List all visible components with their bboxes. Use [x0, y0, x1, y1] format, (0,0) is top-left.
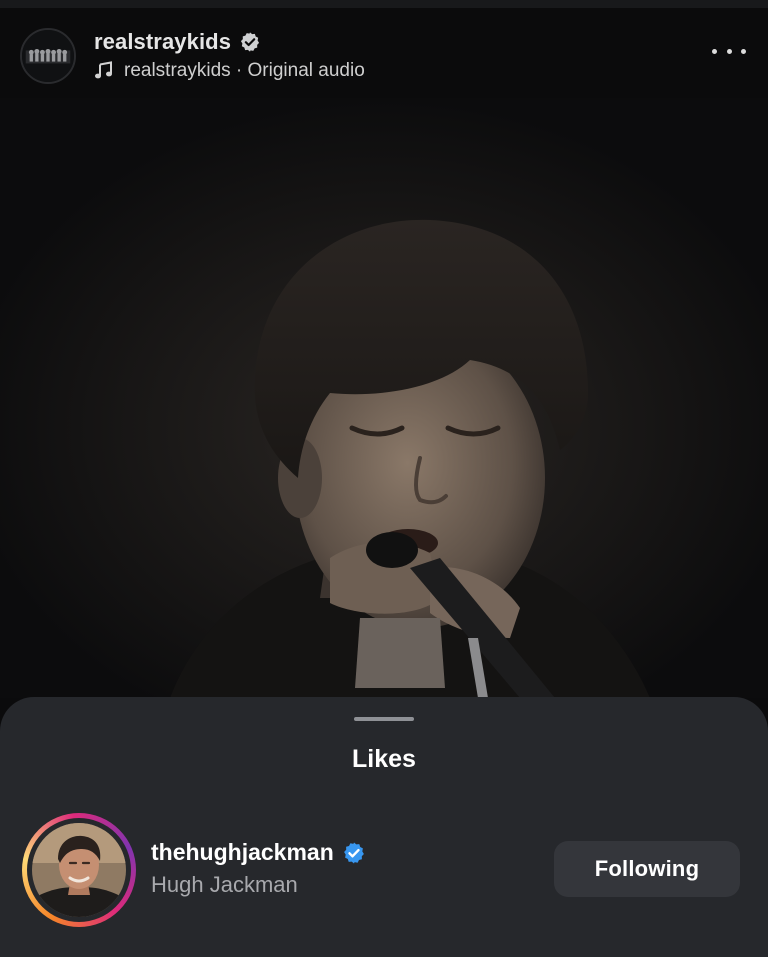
likes-sheet: Likes thehughjackman Hugh Jackman Follow…	[0, 697, 768, 957]
audio-row[interactable]: realstraykids · Original audio	[94, 60, 365, 82]
account-username[interactable]: realstraykids	[94, 29, 231, 55]
liker-name-row: thehughjackman	[151, 839, 366, 866]
following-button[interactable]: Following	[554, 841, 740, 897]
story-ring[interactable]	[22, 813, 136, 927]
more-dot-icon	[726, 48, 732, 54]
sheet-title: Likes	[352, 745, 416, 773]
verified-badge-icon	[240, 32, 260, 52]
liker-full-name: Hugh Jackman	[151, 872, 298, 897]
sheet-grabber-handle[interactable]	[354, 717, 414, 721]
profile-photo	[32, 823, 126, 917]
liker-row[interactable]: thehughjackman Hugh Jackman Following	[0, 809, 768, 929]
audio-label: realstraykids · Original audio	[124, 60, 365, 81]
post-header: realstraykids realstraykids · Original a…	[0, 8, 768, 98]
more-options-button[interactable]	[712, 40, 746, 62]
liker-username[interactable]: thehughjackman	[151, 839, 334, 866]
top-divider	[0, 0, 768, 8]
group-photo-thumbnail	[22, 30, 74, 82]
more-dot-icon	[741, 48, 746, 54]
verified-badge-icon	[343, 842, 364, 863]
music-note-icon	[95, 61, 112, 79]
liker-avatar	[32, 823, 126, 917]
reel-video[interactable]	[0, 98, 768, 698]
account-avatar[interactable]	[20, 28, 76, 84]
account-name-row: realstraykids	[94, 29, 261, 55]
video-frame-image	[0, 98, 768, 698]
more-dot-icon	[712, 48, 717, 54]
